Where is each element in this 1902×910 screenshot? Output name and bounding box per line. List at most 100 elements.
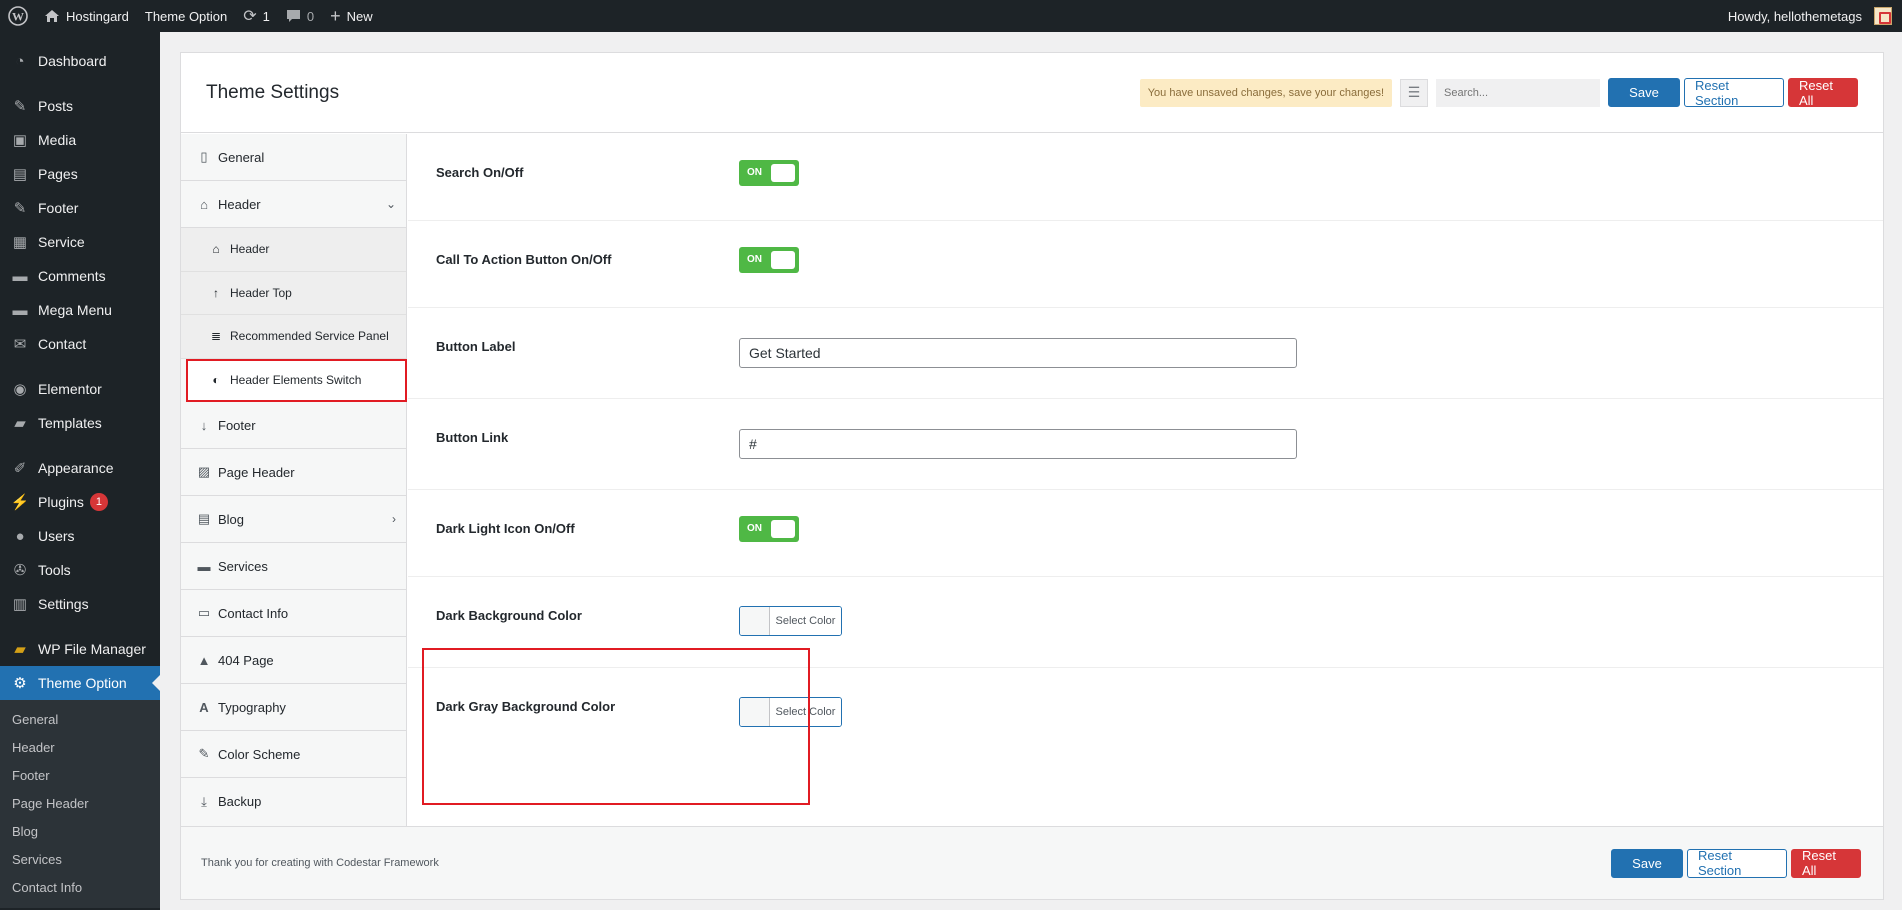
sidebar-item-appearance[interactable]: ✐ Appearance — [0, 451, 160, 485]
switch-knob — [771, 251, 795, 269]
nav-item-general[interactable]: ▯ General — [181, 134, 406, 181]
nav-sub-header-elements-switch[interactable]: ◐ Header Elements Switch — [186, 358, 407, 402]
dark-background-color-picker[interactable]: Select Color — [739, 606, 842, 636]
nav-item-header[interactable]: ⌂ Header ⌄ — [181, 181, 406, 228]
button-link-input[interactable] — [739, 429, 1297, 459]
nav-item-404-page[interactable]: ▲ 404 Page — [181, 637, 406, 684]
field-button-link: Button Link — [408, 399, 1883, 490]
sidebar-item-settings[interactable]: ▥ Settings — [0, 587, 160, 621]
sidebar-item-pages[interactable]: ▤ Pages — [0, 157, 160, 191]
sidebar-item-tools[interactable]: ✇ Tools — [0, 553, 160, 587]
nav-item-label: Color Scheme — [218, 746, 301, 762]
arrow-up-icon: ↑ — [213, 285, 219, 300]
nav-item-footer[interactable]: ↓ Footer — [181, 402, 406, 449]
sidebar-item-label: Templates — [38, 415, 102, 431]
sidebar-item-media[interactable]: ▣ Media — [0, 123, 160, 157]
cta-switch[interactable]: ON — [739, 247, 799, 273]
address-card-icon: ▭ — [197, 605, 211, 620]
file-icon: ▤ — [197, 511, 211, 526]
updates-link[interactable]: ⟳ 1 — [235, 0, 278, 32]
sidebar-item-posts[interactable]: ✎ Posts — [0, 89, 160, 123]
footer-save-button[interactable]: Save — [1611, 848, 1683, 878]
field-search-toggle: Search On/Off ON — [408, 134, 1883, 221]
submenu-general[interactable]: General — [0, 706, 160, 734]
sidebar-item-mega-menu[interactable]: ▬ Mega Menu — [0, 293, 160, 327]
download-icon: ⤓ — [201, 793, 207, 809]
site-name-link[interactable]: Hostingard — [36, 0, 137, 32]
nav-item-page-header[interactable]: ▨ Page Header — [181, 449, 406, 496]
sidebar-item-elementor[interactable]: ◉ Elementor — [0, 372, 160, 406]
footer-reset-section-button[interactable]: Reset Section — [1687, 848, 1787, 878]
submenu-blog[interactable]: Blog — [0, 818, 160, 846]
nav-sub-label: Header — [230, 242, 270, 257]
pin-icon: ✎ — [13, 200, 27, 217]
nav-sub-header-top[interactable]: ↑ Header Top — [181, 271, 406, 315]
sidebar-item-users[interactable]: ● Users — [0, 519, 160, 553]
submenu-footer[interactable]: Footer — [0, 762, 160, 790]
dark-light-switch[interactable]: ON — [739, 516, 799, 542]
sidebar-item-wp-file-manager[interactable]: ▰ WP File Manager — [0, 632, 160, 666]
site-name: Hostingard — [66, 8, 129, 24]
nav-item-typography[interactable]: A Typography — [181, 684, 406, 731]
comments-link[interactable]: 0 — [278, 0, 322, 32]
service-icon: ▦ — [12, 234, 28, 251]
sidebar-item-label: Tools — [38, 562, 71, 578]
nav-item-backup[interactable]: ⤓ Backup — [181, 778, 406, 825]
sidebar-item-footer[interactable]: ✎ Footer — [0, 191, 160, 225]
section-content: Search On/Off ON Call To Action Button O… — [408, 134, 1883, 827]
sidebar-item-dashboard[interactable]: ◔ Dashboard — [0, 44, 160, 78]
nav-item-services[interactable]: ▬ Services — [181, 543, 406, 590]
nav-item-color-scheme[interactable]: ✎ Color Scheme — [181, 731, 406, 778]
building-icon: ▯ — [200, 149, 208, 164]
nav-sub-header[interactable]: ⌂ Header — [181, 228, 406, 272]
sidebar-item-templates[interactable]: ▰ Templates — [0, 406, 160, 440]
comment-icon — [286, 10, 300, 22]
wrench-icon: ✇ — [13, 562, 27, 579]
svg-text:W: W — [12, 10, 24, 24]
save-button[interactable]: Save — [1608, 78, 1680, 107]
footer-reset-all-button[interactable]: Reset All — [1791, 848, 1861, 878]
wordpress-logo-icon[interactable]: W — [0, 0, 36, 32]
submenu-header[interactable]: Header — [0, 734, 160, 762]
field-dark-light-toggle: Dark Light Icon On/Off ON — [408, 490, 1883, 577]
sidebar-item-service[interactable]: ▦ Service — [0, 225, 160, 259]
toggle-icon: ◐ — [212, 373, 220, 388]
settings-icon: ▥ — [12, 596, 28, 613]
sidebar-item-plugins[interactable]: ⚡ Plugins 1 — [0, 485, 160, 519]
briefcase-icon: ▬ — [197, 558, 211, 574]
expand-all-button[interactable]: ☰ — [1400, 78, 1428, 107]
field-cta-toggle: Call To Action Button On/Off ON — [408, 221, 1883, 308]
submenu-services[interactable]: Services — [0, 846, 160, 874]
reset-all-button[interactable]: Reset All — [1788, 78, 1858, 108]
folder-icon: ▰ — [14, 415, 26, 432]
sidebar-item-label: Mega Menu — [38, 302, 112, 318]
submenu-contact-info[interactable]: Contact Info — [0, 874, 160, 902]
avatar — [1874, 7, 1892, 25]
nav-item-label: Contact Info — [218, 605, 289, 621]
submenu-page-header[interactable]: Page Header — [0, 790, 160, 818]
my-account-link[interactable]: Howdy, hellothemetags — [1720, 0, 1902, 32]
sidebar-item-label: Dashboard — [38, 53, 107, 69]
theme-settings-panel: Theme Settings You have unsaved changes,… — [180, 52, 1884, 900]
reset-section-button[interactable]: Reset Section — [1684, 78, 1784, 108]
sidebar-item-comments[interactable]: ▬ Comments — [0, 259, 160, 293]
highlight-annotation-box — [422, 648, 810, 805]
new-content-link[interactable]: + New — [322, 0, 381, 32]
sidebar-item-label: Contact — [38, 336, 87, 352]
sidebar-item-theme-option[interactable]: ⚙ Theme Option — [0, 666, 160, 700]
warning-icon: ▲ — [197, 652, 211, 668]
sidebar-item-label: Comments — [38, 268, 106, 284]
sidebar-item-contact[interactable]: ✉ Contact — [0, 327, 160, 361]
chevron-down-icon: ⌄ — [385, 197, 396, 211]
comments-count: 0 — [306, 8, 315, 24]
nav-item-contact-info[interactable]: ▭ Contact Info — [181, 590, 406, 637]
search-switch[interactable]: ON — [739, 160, 799, 186]
nav-sub-recommended-service-panel[interactable]: ≣ Recommended Service Panel — [181, 315, 406, 359]
server-icon: ≣ — [210, 329, 222, 344]
sidebar-item-label: Users — [38, 528, 75, 544]
nav-item-blog[interactable]: ▤ Blog › — [181, 496, 406, 543]
theme-option-link[interactable]: Theme Option — [137, 0, 235, 32]
button-label-input[interactable] — [739, 338, 1297, 368]
refresh-icon: ⟳ — [243, 8, 257, 25]
search-input[interactable] — [1436, 78, 1600, 107]
